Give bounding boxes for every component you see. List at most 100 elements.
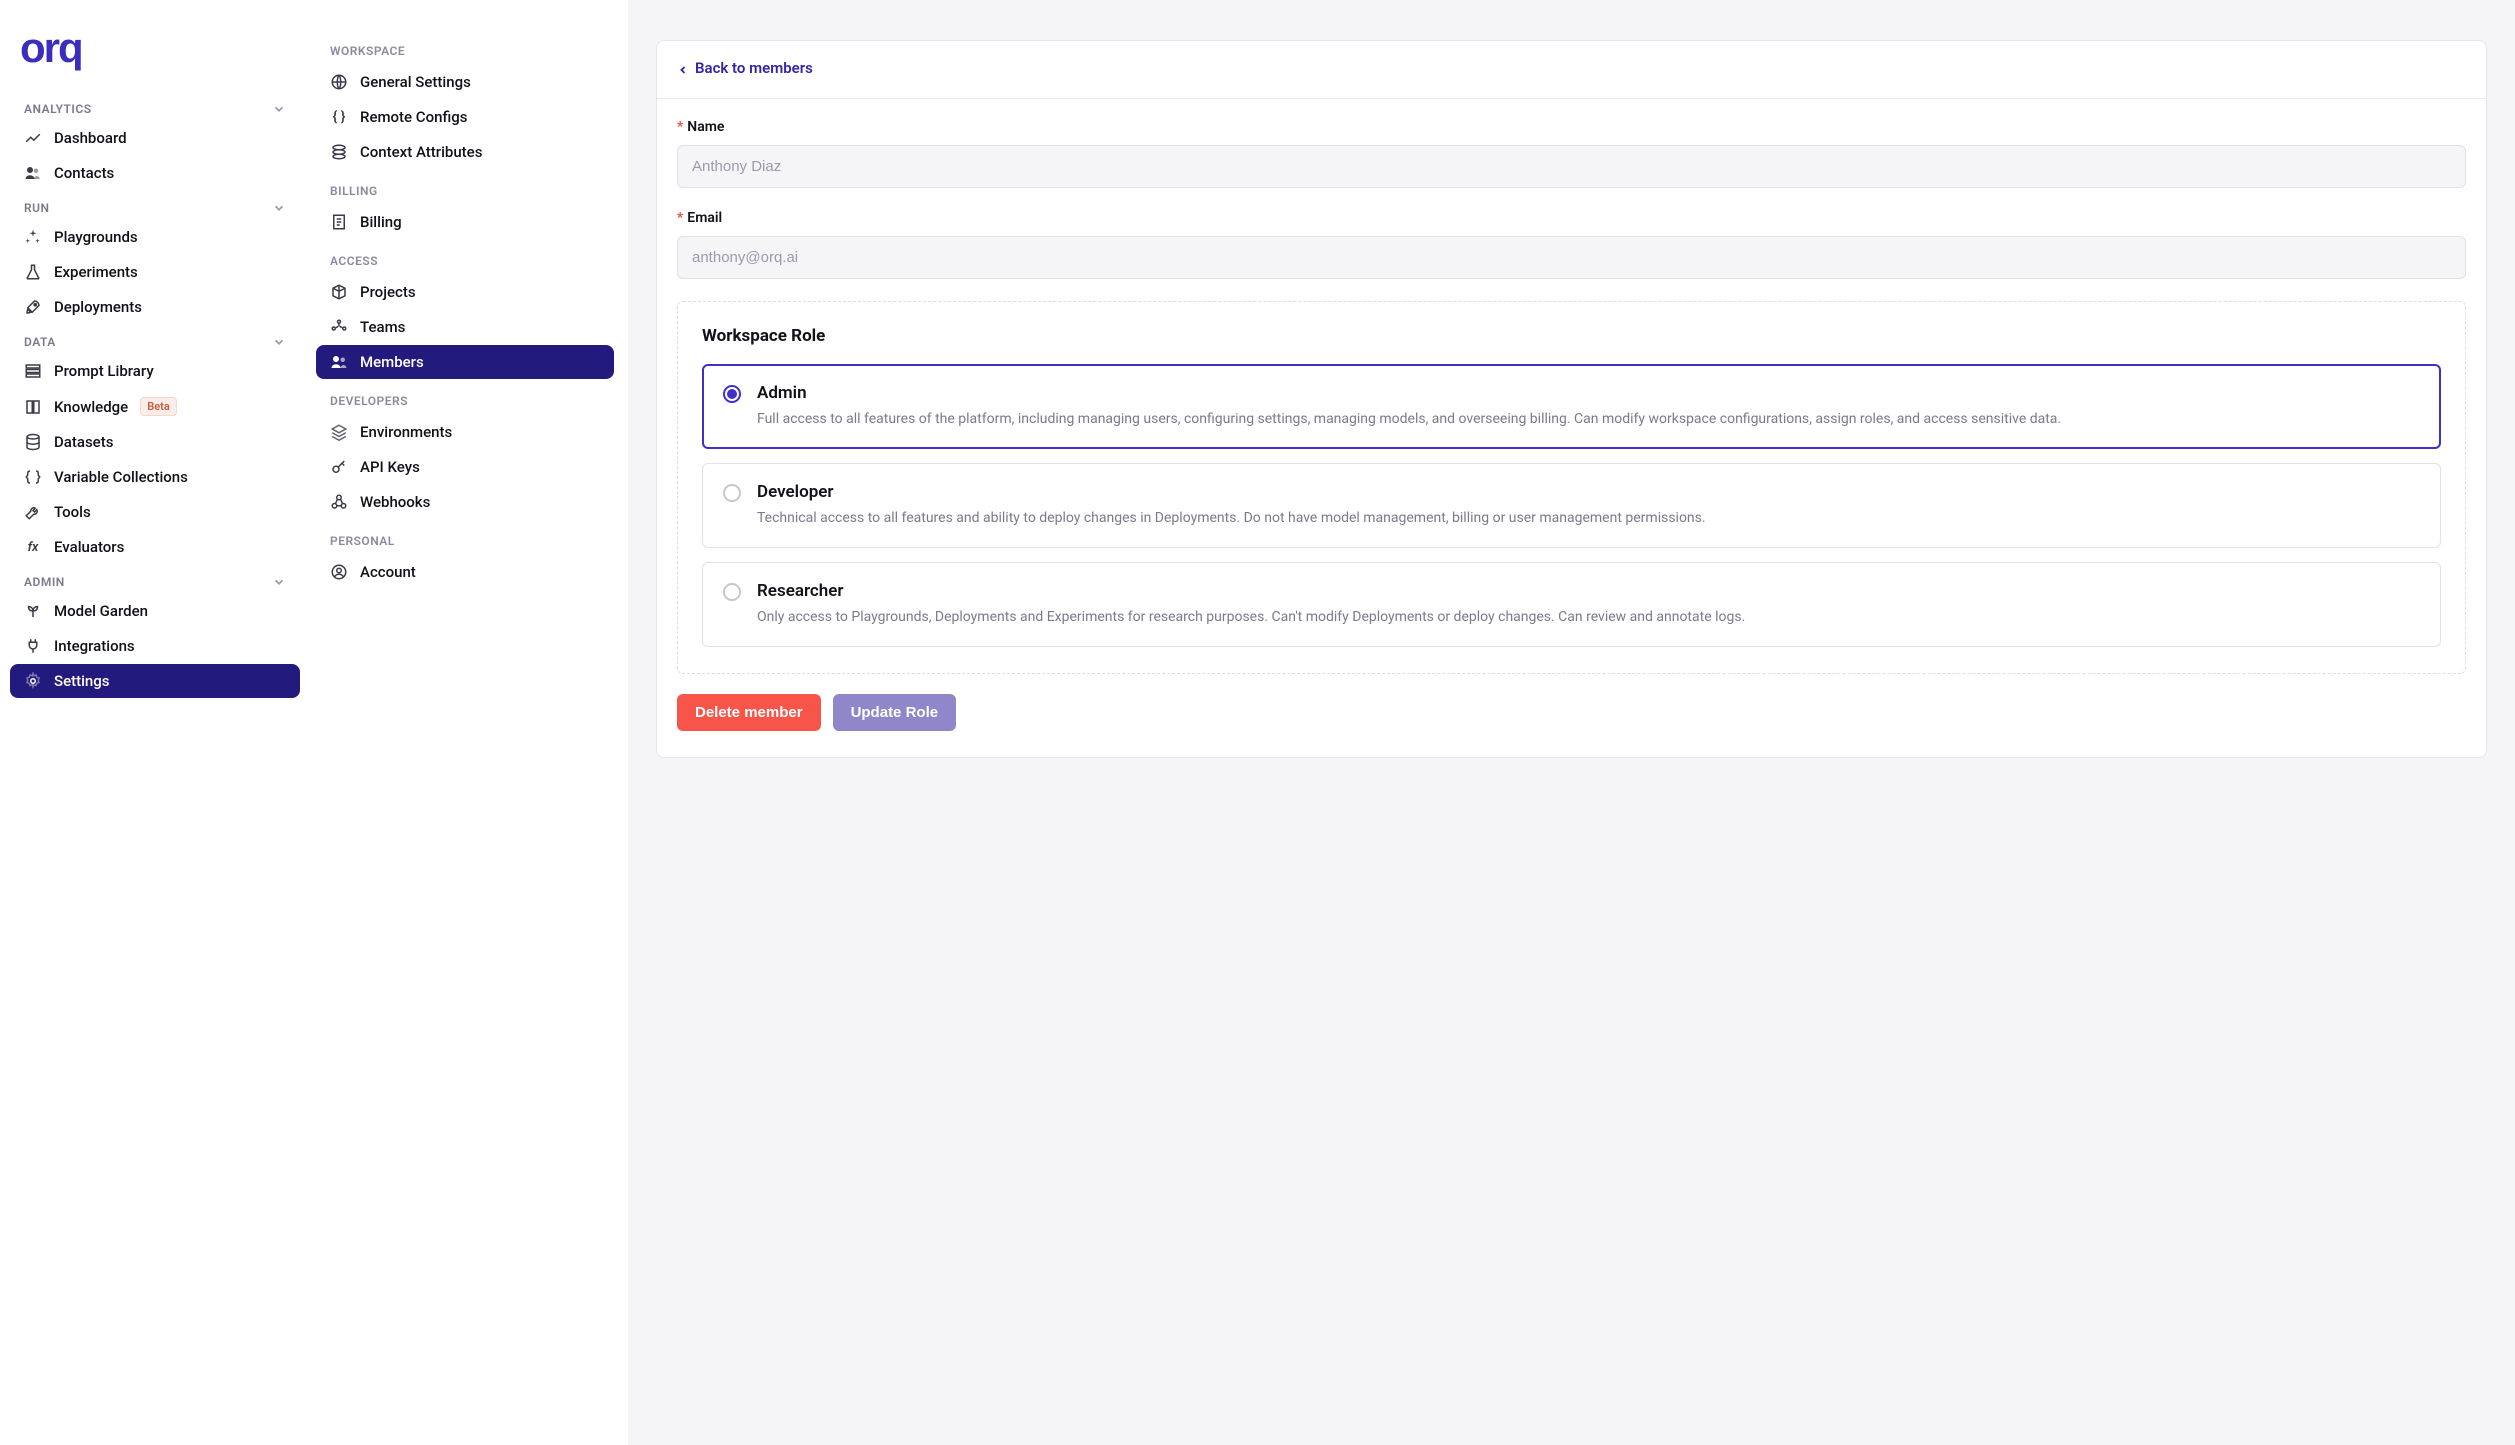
- cube-icon: [330, 283, 348, 301]
- radio-icon: [723, 385, 741, 403]
- database-icon: [24, 433, 42, 451]
- nav-item-tools[interactable]: Tools: [10, 495, 300, 529]
- sec-item-projects[interactable]: Projects: [316, 275, 614, 309]
- role-name: Admin: [757, 383, 2420, 403]
- key-icon: [330, 458, 348, 476]
- role-option-admin[interactable]: Admin Full access to all features of the…: [702, 364, 2441, 449]
- role-desc: Technical access to all features and abi…: [757, 508, 2420, 529]
- avatar-icon: [330, 563, 348, 581]
- role-name: Researcher: [757, 581, 2420, 601]
- nav-item-label: Model Garden: [54, 602, 148, 620]
- nav-group-admin[interactable]: ADMIN: [10, 565, 300, 593]
- action-bar: Delete member Update Role: [677, 694, 2466, 731]
- sec-item-label: Remote Configs: [360, 108, 467, 126]
- nav-item-integrations[interactable]: Integrations: [10, 629, 300, 663]
- nav-item-contacts[interactable]: Contacts: [10, 156, 300, 190]
- card-header: Back to members: [657, 41, 2486, 99]
- chevron-down-icon: [272, 335, 286, 349]
- sec-item-environments[interactable]: Environments: [316, 415, 614, 449]
- fx-icon: fx: [24, 538, 42, 556]
- nav-item-dashboard[interactable]: Dashboard: [10, 121, 300, 155]
- sec-item-label: Billing: [360, 213, 402, 231]
- logo: orq: [10, 24, 300, 92]
- sec-item-billing[interactable]: Billing: [316, 205, 614, 239]
- nav-item-prompt-library[interactable]: Prompt Library: [10, 354, 300, 388]
- chevron-down-icon: [272, 102, 286, 116]
- sec-item-label: General Settings: [360, 73, 471, 91]
- nav-item-label: Prompt Library: [54, 362, 154, 380]
- nav-item-deployments[interactable]: Deployments: [10, 290, 300, 324]
- sec-item-context-attributes[interactable]: Context Attributes: [316, 135, 614, 169]
- sec-item-general-settings[interactable]: General Settings: [316, 65, 614, 99]
- email-input: [677, 236, 2466, 279]
- plug-icon: [24, 637, 42, 655]
- nav-item-label: Knowledge: [54, 398, 128, 416]
- nav-group-analytics[interactable]: ANALYTICS: [10, 92, 300, 120]
- nav-item-label: Datasets: [54, 433, 113, 451]
- card-body: *Name *Email Workspace Role Admin Full a…: [657, 99, 2486, 757]
- delete-member-button[interactable]: Delete member: [677, 694, 821, 731]
- users-icon: [24, 164, 42, 182]
- email-label: *Email: [677, 210, 2466, 226]
- braces-icon: [24, 468, 42, 486]
- book-icon: [24, 398, 42, 416]
- nav-group-title: RUN: [24, 201, 50, 215]
- role-panel-title: Workspace Role: [702, 326, 2441, 346]
- nav-item-label: Settings: [54, 672, 110, 690]
- role-name: Developer: [757, 482, 2420, 502]
- role-text: Admin Full access to all features of the…: [757, 383, 2420, 430]
- nav-group-data[interactable]: DATA: [10, 325, 300, 353]
- sec-group-billing: BILLING: [316, 170, 614, 204]
- sec-item-teams[interactable]: Teams: [316, 310, 614, 344]
- nav-item-label: Integrations: [54, 637, 135, 655]
- nav-item-variable-collections[interactable]: Variable Collections: [10, 460, 300, 494]
- main-content: Back to members *Name *Email Workspace R…: [628, 0, 2515, 1445]
- beta-badge: Beta: [140, 397, 177, 416]
- nav-item-label: Contacts: [54, 164, 114, 182]
- sec-item-account[interactable]: Account: [316, 555, 614, 589]
- sec-item-label: Projects: [360, 283, 416, 301]
- nav-item-label: Evaluators: [54, 538, 124, 556]
- field-name: *Name: [677, 119, 2466, 188]
- required-mark: *: [677, 119, 683, 135]
- sec-item-api-keys[interactable]: API Keys: [316, 450, 614, 484]
- chevron-down-icon: [272, 575, 286, 589]
- nav-group-run[interactable]: RUN: [10, 191, 300, 219]
- members-icon: [330, 353, 348, 371]
- nav-item-model-garden[interactable]: Model Garden: [10, 594, 300, 628]
- sec-item-remote-configs[interactable]: { } Remote Configs: [316, 100, 614, 134]
- role-desc: Only access to Playgrounds, Deployments …: [757, 607, 2420, 628]
- sec-item-members[interactable]: Members: [316, 345, 614, 379]
- nav-item-playgrounds[interactable]: Playgrounds: [10, 220, 300, 254]
- chevron-left-icon: [677, 62, 689, 74]
- nav-item-label: Playgrounds: [54, 228, 138, 246]
- app-root: orq ANALYTICS Dashboard Contacts RUN Pla…: [0, 0, 2515, 1445]
- role-text: Researcher Only access to Playgrounds, D…: [757, 581, 2420, 628]
- nav-item-knowledge[interactable]: Knowledge Beta: [10, 389, 300, 424]
- sec-item-label: Webhooks: [360, 493, 430, 511]
- nav-item-settings[interactable]: Settings: [10, 664, 300, 698]
- rocket-icon: [24, 298, 42, 316]
- nav-item-datasets[interactable]: Datasets: [10, 425, 300, 459]
- back-to-members-link[interactable]: Back to members: [677, 59, 813, 77]
- teams-icon: [330, 318, 348, 336]
- gear-icon: [24, 672, 42, 690]
- receipt-icon: [330, 213, 348, 231]
- back-label: Back to members: [695, 59, 813, 77]
- sec-item-label: Environments: [360, 423, 452, 441]
- braces-icon: { }: [330, 108, 348, 126]
- sec-item-label: Teams: [360, 318, 405, 336]
- nav-item-evaluators[interactable]: fx Evaluators: [10, 530, 300, 564]
- update-role-button[interactable]: Update Role: [833, 694, 957, 731]
- sec-group-access: ACCESS: [316, 240, 614, 274]
- radio-icon: [723, 583, 741, 601]
- sidebar-secondary: WORKSPACE General Settings { } Remote Co…: [310, 0, 628, 1445]
- flask-icon: [24, 263, 42, 281]
- library-icon: [24, 362, 42, 380]
- role-option-researcher[interactable]: Researcher Only access to Playgrounds, D…: [702, 562, 2441, 647]
- role-option-developer[interactable]: Developer Technical access to all featur…: [702, 463, 2441, 548]
- sec-item-webhooks[interactable]: Webhooks: [316, 485, 614, 519]
- sec-group-developers: DEVELOPERS: [316, 380, 614, 414]
- nav-group-title: ADMIN: [24, 575, 65, 589]
- nav-item-experiments[interactable]: Experiments: [10, 255, 300, 289]
